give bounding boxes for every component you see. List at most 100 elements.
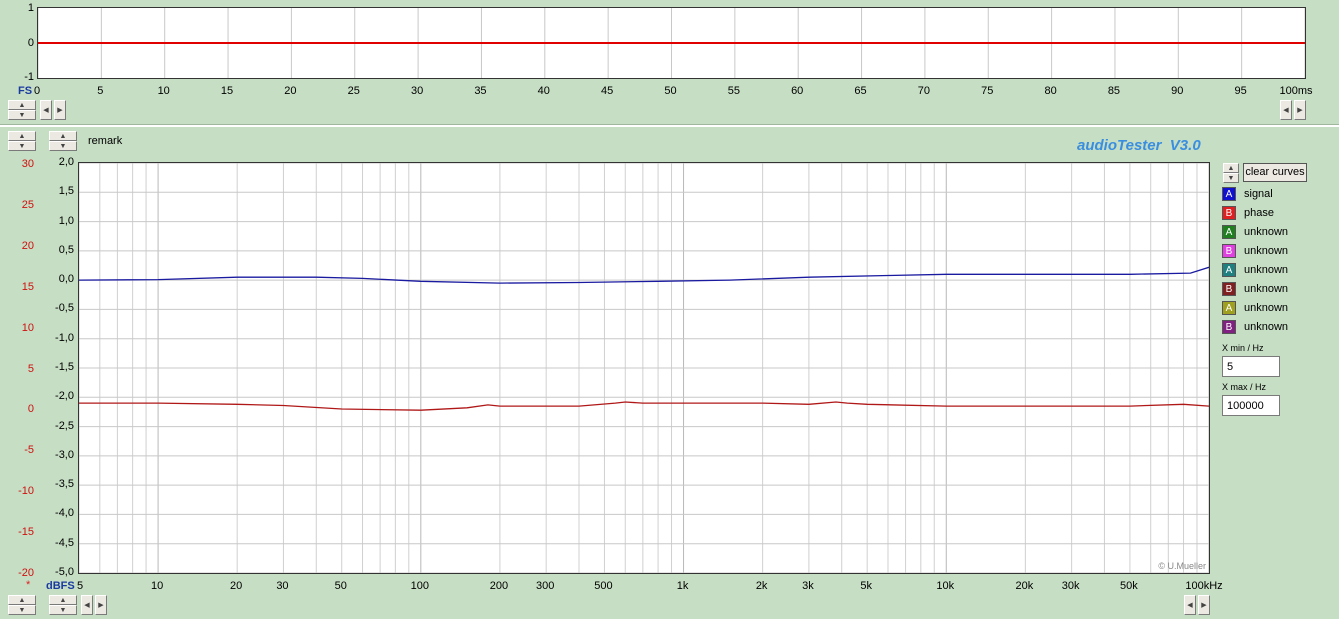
x-scroll-left-button[interactable]: ◀ (81, 595, 93, 615)
curve-spinner[interactable]: ▲ ▼ (1223, 163, 1239, 183)
x-scroll-right-button-2[interactable]: ▶ (1198, 595, 1210, 615)
legend-label: unknown (1244, 226, 1289, 238)
legend-item[interactable]: Bunknown (1222, 281, 1288, 297)
scope-scroll-left-button[interactable]: ◀ (1280, 100, 1292, 120)
bottom-left-spinner[interactable]: ▲ ▼ (8, 595, 36, 615)
x-tick-label: 5k (860, 580, 872, 592)
clear-curves-button[interactable]: clear curves (1243, 163, 1307, 182)
scope-x-tick-label: 90 (1171, 85, 1184, 97)
right-axis-label: -1,5 (55, 361, 74, 373)
x-tick-label: 200 (489, 580, 509, 592)
scope-x-tick-label: 70 (917, 85, 931, 97)
scope-scroll-right-button[interactable]: ▶ (1294, 100, 1306, 120)
bottom-right-spinner[interactable]: ▲ ▼ (49, 595, 77, 615)
right-axis-label: 1,5 (58, 185, 74, 198)
x-tick-label: 10k (936, 580, 955, 592)
scope-x-tick-label: 65 (854, 85, 867, 97)
legend-item[interactable]: Aunknown (1222, 262, 1288, 278)
scope-x-tick-label: 15 (220, 85, 234, 97)
spin-up-button[interactable]: ▲ (1223, 163, 1239, 173)
x-tick-label: 30 (276, 580, 289, 592)
scope-x-tick-label: 50 (664, 85, 677, 97)
x-tick-label: 100kHz (1185, 580, 1223, 592)
x-tick-label: 5 (76, 580, 84, 592)
right-axis-label: -2,5 (55, 419, 74, 432)
legend-swatch[interactable]: B (1222, 320, 1236, 334)
x-tick-label: 2k (755, 580, 768, 592)
legend-item[interactable]: Aunknown (1222, 300, 1288, 316)
right-axis-label: -0,5 (55, 302, 74, 315)
legend-swatch[interactable]: A (1222, 225, 1236, 239)
right-axis-label: -3,5 (55, 478, 74, 491)
scope-x-tick-label: 80 (1044, 85, 1057, 97)
spin-up-button[interactable]: ▲ (8, 595, 36, 605)
right-axis-label: -4,5 (55, 536, 74, 549)
right-axis-label: 0,5 (58, 243, 74, 256)
series-line-signal (79, 266, 1209, 284)
series-line-phase (79, 401, 1209, 411)
legend-label: unknown (1244, 264, 1289, 276)
x-tick-label: 20 (230, 580, 243, 592)
spin-down-button[interactable]: ▼ (1223, 173, 1239, 183)
right-axis-label: -2,0 (55, 390, 74, 403)
x-tick-label: 300 (535, 580, 555, 592)
legend-label: phase (1244, 207, 1274, 219)
right-axis-label: -3,0 (55, 448, 74, 461)
watermark: © U.Mueller (1158, 561, 1206, 571)
scope-x-labels: 0 5 10 15 20 25 30 35 40 45 50 55 60 65 70 75 80 85 90 95 10… (0, 85, 1339, 99)
right-axis-label: -5,0 (55, 566, 74, 578)
panel-divider (0, 124, 1339, 127)
x-tick-label: 1k (676, 580, 689, 592)
right-axis-label: -1,0 (55, 331, 74, 344)
legend-item[interactable]: Bphase (1222, 205, 1274, 221)
response-plot[interactable]: © U.Mueller (78, 162, 1210, 574)
right-axis-label: -4,0 (55, 507, 74, 520)
scope-x-tick-label: 85 (1107, 85, 1121, 97)
right-axis-label: 0,0 (58, 273, 74, 286)
scope-x-tick-label: 25 (347, 85, 360, 97)
scope-x-tick-label: 35 (474, 85, 487, 97)
legend-label: unknown (1244, 283, 1289, 295)
x-tick-label: 3k (802, 580, 814, 592)
legend-label: signal (1244, 188, 1273, 200)
legend-item[interactable]: Bunknown (1222, 319, 1288, 335)
legend-swatch[interactable]: B (1222, 206, 1236, 220)
scope-x-tick-label: 55 (727, 85, 740, 97)
legend-swatch[interactable]: A (1222, 301, 1236, 315)
scope-x-tick-label: 30 (410, 85, 424, 97)
x-scroll-left-button-2[interactable]: ◀ (1184, 595, 1196, 615)
scope-x-tick-label: 40 (537, 85, 550, 97)
x-scroll-right-button[interactable]: ▶ (95, 595, 107, 615)
xmin-label: X min / Hz (1222, 343, 1264, 353)
spin-down-button[interactable]: ▼ (49, 605, 77, 615)
legend-swatch[interactable]: B (1222, 282, 1236, 296)
main-x-labels: 5 10 20 30 50 100 200 300 500 1k 2k 3k 5k 10k 20k 30k 50… (0, 580, 1339, 594)
legend-swatch[interactable]: B (1222, 244, 1236, 258)
scope-x-tick-label: 60 (791, 85, 804, 97)
xmax-field[interactable] (1222, 395, 1280, 416)
x-tick-label: 100 (410, 580, 429, 592)
legend-item[interactable]: Bunknown (1222, 243, 1288, 259)
legend-label: unknown (1244, 321, 1289, 333)
scope-x-tick-label: 10 (157, 85, 170, 97)
legend-swatch[interactable]: A (1222, 263, 1236, 277)
scope-svg (38, 8, 1305, 78)
response-svg (79, 163, 1209, 573)
brand-title: audioTester V3.0 (1077, 137, 1201, 154)
right-axis-labels: 2,0 1,5 1,0 0,5 0,0 -0,5 -1,0 -1,5 -2,0 -2,5 -3,0 -… (0, 0, 76, 619)
scope-plot[interactable] (37, 7, 1306, 79)
legend-label: unknown (1244, 245, 1289, 257)
legend-item[interactable]: Aunknown (1222, 224, 1288, 240)
right-axis-label: 1,0 (58, 214, 74, 227)
scope-x-tick-label: 20 (284, 85, 297, 97)
legend-item[interactable]: Asignal (1222, 186, 1273, 202)
spin-up-button[interactable]: ▲ (49, 595, 77, 605)
x-tick-label: 30k (1061, 580, 1080, 592)
x-tick-label: 50 (334, 580, 347, 592)
legend-swatch[interactable]: A (1222, 187, 1236, 201)
xmin-field[interactable] (1222, 356, 1280, 377)
xmax-label: X max / Hz (1222, 382, 1267, 392)
scope-x-tick-label: 5 (97, 85, 104, 97)
x-tick-label: 50k (1120, 580, 1138, 592)
spin-down-button[interactable]: ▼ (8, 605, 36, 615)
